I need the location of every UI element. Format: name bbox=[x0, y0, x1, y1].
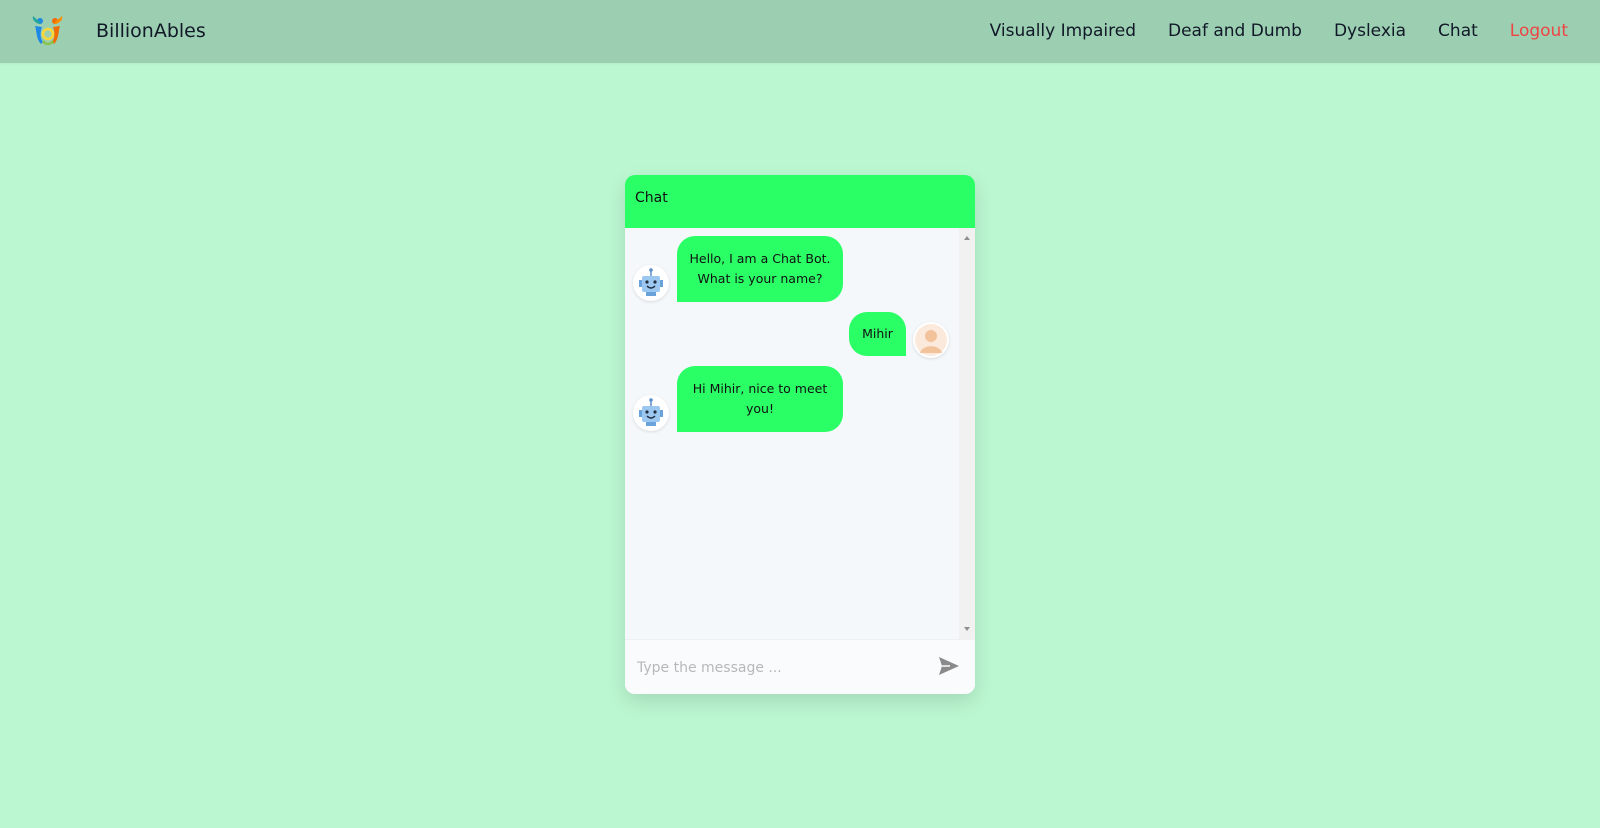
message-line: you! bbox=[746, 401, 774, 416]
scroll-down-arrow-icon[interactable] bbox=[964, 627, 970, 631]
message-input[interactable] bbox=[635, 654, 919, 682]
nav-link-dyslexia[interactable]: Dyslexia bbox=[1334, 18, 1406, 44]
messages-scrollbar[interactable] bbox=[959, 228, 975, 639]
nav-link-deaf-and-dumb[interactable]: Deaf and Dumb bbox=[1168, 18, 1302, 44]
robot-icon bbox=[633, 265, 669, 301]
message-line: Hi Mihir, nice to meet bbox=[692, 381, 828, 396]
message-line: Mihir bbox=[862, 326, 893, 341]
robot-icon bbox=[633, 395, 669, 431]
nav-link-chat[interactable]: Chat bbox=[1438, 18, 1478, 44]
chat-messages-area[interactable]: Hello, I am a Chat Bot. What is your nam… bbox=[625, 228, 975, 639]
user-message-bubble: Mihir bbox=[849, 312, 906, 356]
brand-name[interactable]: BillionAbles bbox=[96, 18, 206, 44]
scroll-up-arrow-icon[interactable] bbox=[964, 236, 970, 240]
chat-input-bar bbox=[625, 639, 975, 694]
message-line: Hello, I am a Chat Bot. bbox=[689, 251, 831, 266]
nav-link-visually-impaired[interactable]: Visually Impaired bbox=[990, 18, 1136, 44]
chat-widget: Chat Hello, I am a Chat Bot. What is you… bbox=[625, 175, 975, 694]
bot-message-bubble: Hello, I am a Chat Bot. What is your nam… bbox=[677, 236, 843, 302]
nav-links: Visually Impaired Deaf and Dumb Dyslexia… bbox=[958, 18, 1568, 44]
chat-title: Chat bbox=[635, 190, 668, 206]
top-navbar: BillionAbles Visually Impaired Deaf and … bbox=[0, 0, 1600, 63]
chat-header: Chat bbox=[625, 175, 975, 228]
bot-message-bubble: Hi Mihir, nice to meet you! bbox=[677, 366, 843, 432]
send-icon[interactable] bbox=[937, 654, 961, 678]
user-avatar-icon bbox=[913, 322, 949, 358]
nav-link-logout[interactable]: Logout bbox=[1510, 18, 1568, 44]
billionables-logo-icon[interactable] bbox=[31, 14, 65, 48]
message-line: What is your name? bbox=[697, 271, 823, 286]
